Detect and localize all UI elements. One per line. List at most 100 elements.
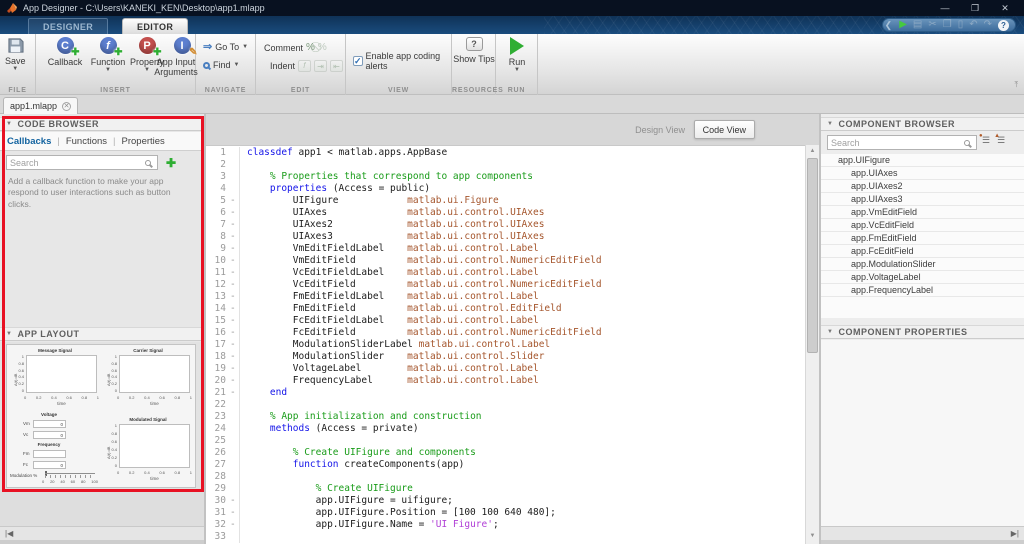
code-line[interactable]: 16- FcEditField matlab.ui.control.Numeri… — [206, 327, 805, 339]
code-line[interactable]: 27 function createComponents(app) — [206, 459, 805, 471]
component-tree-item[interactable]: app.FrequencyLabel — [821, 284, 1024, 297]
indent-left-icon[interactable]: ⇤ — [330, 60, 343, 72]
code-line[interactable]: 12- VcEditField matlab.ui.control.Numeri… — [206, 279, 805, 291]
component-tree-item[interactable]: app.VcEditField — [821, 219, 1024, 232]
app-layout-header[interactable]: ▼ APP LAYOUT — [0, 327, 204, 341]
code-line[interactable]: 15- FcEditFieldLabel matlab.ui.control.L… — [206, 315, 805, 327]
tab-callbacks[interactable]: Callbacks — [7, 136, 51, 147]
collapse-triangle-icon[interactable]: ▼ — [6, 331, 12, 337]
code-line[interactable]: 3 % Properties that correspond to app co… — [206, 171, 805, 183]
run-icon[interactable]: ▶ — [899, 20, 907, 30]
smart-indent-icon[interactable]: 𝑓 — [298, 60, 311, 72]
copy-icon[interactable]: ❐ — [943, 20, 952, 30]
code-line[interactable]: 31- app.UIFigure.Position = [100 100 640… — [206, 507, 805, 519]
code-line[interactable]: 29 % Create UIFigure — [206, 483, 805, 495]
close-icon[interactable]: ✕ — [990, 0, 1020, 16]
minimize-icon[interactable]: — — [930, 0, 960, 16]
search-input[interactable] — [7, 158, 145, 168]
code-line[interactable]: 21- end — [206, 387, 805, 399]
component-tree-item[interactable]: app.UIAxes3 — [821, 193, 1024, 206]
code-area[interactable]: 1classdef app1 < matlab.apps.AppBase23 %… — [206, 145, 805, 544]
component-tree-item[interactable]: app.UIFigure — [821, 154, 1024, 167]
code-browser-header[interactable]: ▼ CODE BROWSER — [0, 117, 204, 131]
component-tree-item[interactable]: app.FmEditField — [821, 232, 1024, 245]
code-line[interactable]: 23 % App initialization and construction — [206, 411, 805, 423]
group-components-icon[interactable]: ●☰ — [982, 135, 990, 146]
component-tree-item[interactable]: app.UIAxes2 — [821, 180, 1024, 193]
scroll-up-icon[interactable]: ▲ — [806, 145, 819, 157]
save-button[interactable]: Save ▼ — [5, 37, 26, 72]
code-line[interactable]: 17- ModulationSliderLabel matlab.ui.cont… — [206, 339, 805, 351]
code-line[interactable]: 28 — [206, 471, 805, 483]
paste-icon[interactable]: ▯ — [958, 20, 964, 30]
component-browser-header[interactable]: ▼ COMPONENT BROWSER — [821, 117, 1024, 131]
help-icon[interactable]: ? — [998, 20, 1009, 31]
collapse-panel-right-icon[interactable]: ▶| — [1011, 529, 1019, 538]
enable-app-coding-alerts-checkbox[interactable]: ✓ Enable app coding alerts — [353, 51, 451, 71]
code-line[interactable]: 18- ModulationSlider matlab.ui.control.S… — [206, 351, 805, 363]
collapse-triangle-icon[interactable]: ▼ — [827, 329, 833, 335]
component-tree-item[interactable]: app.UIAxes — [821, 167, 1024, 180]
find-button[interactable]: Find ▼ — [203, 60, 239, 70]
tab-properties[interactable]: Properties — [122, 136, 165, 147]
scrollbar-thumb[interactable] — [807, 158, 818, 353]
code-line[interactable]: 30- app.UIFigure = uifigure; — [206, 495, 805, 507]
editor-scrollbar[interactable]: ▲ ▼ — [805, 145, 819, 544]
callback-button[interactable]: C✚ Callback — [44, 37, 86, 67]
code-view-button[interactable]: Code View — [694, 120, 755, 139]
redo-icon[interactable]: ↷ — [984, 20, 992, 30]
component-search-input[interactable] — [828, 138, 964, 148]
component-tree-item[interactable]: app.VmEditField — [821, 206, 1024, 219]
collapse-ribbon-icon[interactable]: ⤒ — [1014, 80, 1018, 90]
code-line[interactable]: 32- app.UIFigure.Name = 'UI Figure'; — [206, 519, 805, 531]
code-line[interactable]: 25 — [206, 435, 805, 447]
component-tree-item[interactable]: app.FcEditField — [821, 245, 1024, 258]
code-line[interactable]: 1classdef app1 < matlab.apps.AppBase — [206, 147, 805, 159]
function-button[interactable]: f✚ Function ▼ — [88, 37, 128, 73]
collapse-triangle-icon[interactable]: ▼ — [827, 121, 833, 127]
indent-right-icon[interactable]: ⇥ — [314, 60, 327, 72]
document-tab[interactable]: app1.mlapp ✕ — [3, 97, 78, 114]
code-line[interactable]: 11- VcEditFieldLabel matlab.ui.control.L… — [206, 267, 805, 279]
code-line[interactable]: 4 properties (Access = public) — [206, 183, 805, 195]
code-line[interactable]: 5- UIFigure matlab.ui.Figure — [206, 195, 805, 207]
go-to-button[interactable]: ⇒ Go To ▼ — [203, 42, 248, 52]
component-tree-item[interactable]: app.ModulationSlider — [821, 258, 1024, 271]
collapse-triangle-icon[interactable]: ▼ — [6, 121, 12, 127]
tab-designer[interactable]: DESIGNER — [28, 18, 108, 34]
tab-close-icon[interactable]: ✕ — [62, 102, 71, 111]
save-icon[interactable]: ▤ — [913, 20, 922, 30]
design-view-button[interactable]: Design View — [627, 121, 693, 138]
code-line[interactable]: 19- VoltageLabel matlab.ui.control.Label — [206, 363, 805, 375]
sort-components-icon[interactable]: ▲☰ — [997, 135, 1005, 146]
scroll-down-icon[interactable]: ▼ — [806, 530, 819, 542]
code-line[interactable]: 24 methods (Access = private) — [206, 423, 805, 435]
code-line[interactable]: 20- FrequencyLabel matlab.ui.control.Lab… — [206, 375, 805, 387]
code-line[interactable]: 26 % Create UIFigure and components — [206, 447, 805, 459]
component-tree-item[interactable]: app.VoltageLabel — [821, 271, 1024, 284]
chevron-left-icon[interactable]: ❮ — [885, 20, 893, 31]
app-input-arguments-button[interactable]: I✎ App Input Arguments — [169, 37, 195, 77]
tab-functions[interactable]: Functions — [66, 136, 107, 147]
undo-icon[interactable]: ↶ — [969, 20, 977, 30]
add-callback-button[interactable]: ✚ — [163, 155, 179, 171]
code-line[interactable]: 33 — [206, 531, 805, 543]
uncomment-icon[interactable]: ⃠% — [318, 42, 327, 53]
tab-editor[interactable]: EDITOR — [122, 18, 188, 34]
cut-icon[interactable]: ✂ — [928, 20, 936, 30]
comment-percent-icon[interactable]: % — [306, 42, 315, 53]
code-line[interactable]: 13- FmEditFieldLabel matlab.ui.control.L… — [206, 291, 805, 303]
code-line[interactable]: 22 — [206, 399, 805, 411]
collapse-panel-left-icon[interactable]: |◀ — [5, 529, 13, 538]
maximize-icon[interactable]: ❐ — [960, 0, 990, 16]
code-line[interactable]: 2 — [206, 159, 805, 171]
code-line[interactable]: 10- VmEditField matlab.ui.control.Numeri… — [206, 255, 805, 267]
code-line[interactable]: 14- FmEditField matlab.ui.control.EditFi… — [206, 303, 805, 315]
run-button[interactable]: Run ▼ — [503, 37, 531, 73]
app-layout-preview[interactable]: Message Signal A(t) dB 10.80.60.40.20 00… — [6, 344, 196, 488]
code-line[interactable]: 8- UIAxes3 matlab.ui.control.UIAxes — [206, 231, 805, 243]
code-line[interactable]: 6- UIAxes matlab.ui.control.UIAxes — [206, 207, 805, 219]
show-tips-button[interactable]: ? Show Tips — [452, 37, 496, 64]
code-line[interactable]: 7- UIAxes2 matlab.ui.control.UIAxes — [206, 219, 805, 231]
component-properties-header[interactable]: ▼ COMPONENT PROPERTIES — [821, 325, 1024, 339]
